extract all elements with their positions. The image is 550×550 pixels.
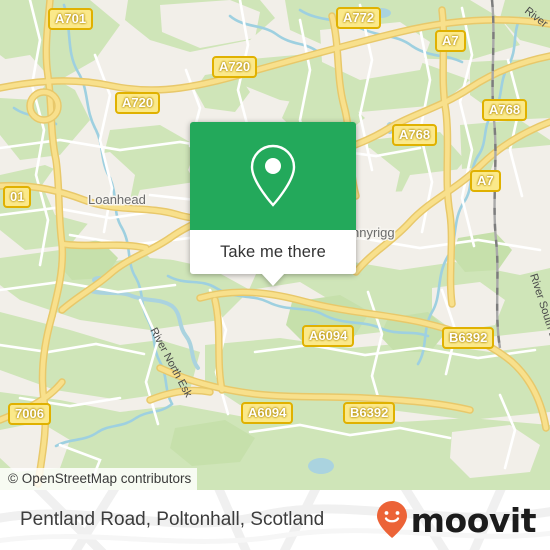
map-canvas[interactable]: Loanhead nnyrigg River North Esk River Sou…	[0, 0, 550, 490]
popup-pointer	[261, 273, 285, 286]
moovit-wordmark: moovit	[410, 500, 537, 540]
osm-attribution[interactable]: © OpenStreetMap contributors	[0, 468, 198, 490]
moovit-pin-smiley-icon	[376, 501, 407, 538]
map-pin-icon	[250, 144, 296, 207]
take-me-there-label: Take me there	[220, 242, 326, 261]
river-label: River North Esk	[147, 326, 194, 400]
popup-header	[190, 122, 356, 230]
location-title: Pentland Road, Poltonhall, Scotland	[20, 509, 325, 530]
place-label: nnyrigg	[352, 225, 395, 240]
place-label: Loanhead	[88, 192, 146, 207]
take-me-there-popup[interactable]: Take me there	[190, 122, 356, 286]
map-share-page: Loanhead nnyrigg River North Esk River Sou…	[0, 0, 550, 550]
popup-footer[interactable]: Take me there	[190, 230, 356, 286]
moovit-logo[interactable]: moovit	[376, 490, 537, 550]
river-label: River South Esk	[527, 272, 550, 351]
page-footer: Pentland Road, Poltonhall, Scotland moov…	[0, 490, 550, 550]
river-label: River	[522, 5, 550, 30]
